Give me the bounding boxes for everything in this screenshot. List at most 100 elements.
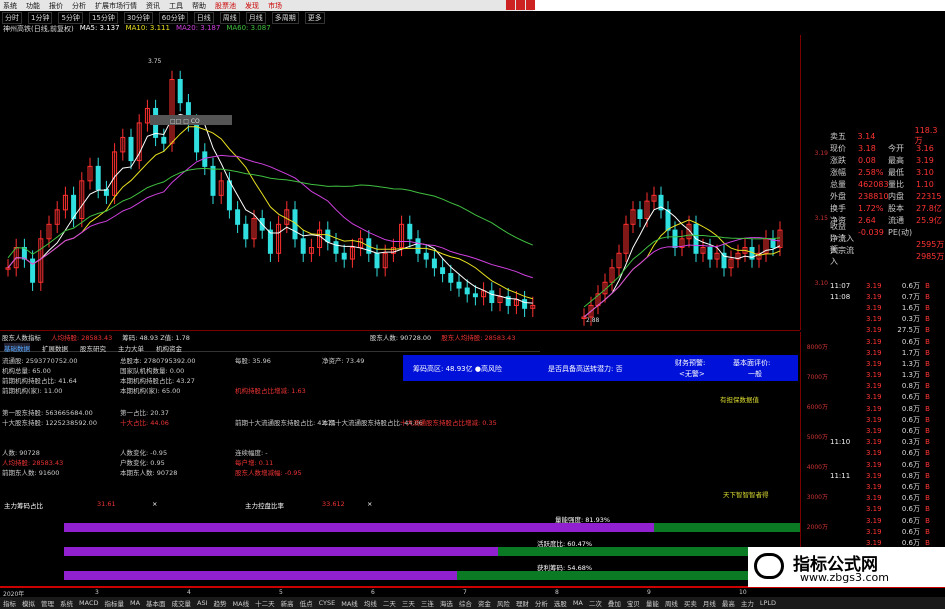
quote-k2: 最高	[888, 155, 904, 165]
indicator-tab[interactable]: 指标量	[104, 598, 124, 608]
indicator-tab[interactable]: 叠加	[608, 598, 621, 608]
tick-p: 3.19	[866, 371, 882, 380]
tick-v: 0.6万	[901, 482, 920, 491]
indicator-tab[interactable]: 量能	[646, 598, 659, 608]
indicator-tab[interactable]: 管理	[41, 598, 54, 608]
indicator-tab[interactable]: 周线	[665, 598, 678, 608]
date-tick: 6	[371, 589, 375, 596]
quote-v: 0.08	[858, 155, 876, 165]
tick-p: 3.19	[866, 494, 882, 503]
tick-row: 11:08 3.19 0.7万 B	[830, 291, 945, 302]
tick-p: 3.19	[866, 359, 882, 368]
tick-a: B	[925, 393, 930, 402]
indicator-tab[interactable]: 成交量	[172, 598, 192, 608]
indicator-tab[interactable]: 模拟	[22, 598, 35, 608]
indicator-tab[interactable]: 基本面	[146, 598, 166, 608]
tick-row: 3.19 0.6万 B	[830, 414, 945, 425]
indicator-tab[interactable]: 最高	[722, 598, 735, 608]
indicator-tab[interactable]: 二次	[589, 598, 602, 608]
quote-k: 外盘	[830, 191, 846, 201]
tick-v: 0.6万	[901, 494, 920, 503]
bar-rest	[654, 523, 800, 532]
tick-row: 3.19 1.3万 B	[830, 358, 945, 369]
indicator-tab[interactable]: 十二天	[255, 598, 275, 608]
tick-v: 0.6万	[901, 516, 920, 525]
indicator-tab[interactable]: 资金	[478, 598, 491, 608]
tick-p: 3.19	[866, 516, 882, 525]
indicator-tab[interactable]: 指标	[3, 598, 16, 608]
indicator-tab[interactable]: 二天	[383, 598, 396, 608]
tick-p: 3.19	[866, 292, 882, 301]
quote-k: 涨幅	[830, 167, 846, 177]
indicator-tab[interactable]: 风险	[497, 598, 510, 608]
indicator-tab[interactable]: 三天	[402, 598, 415, 608]
indicator-tab[interactable]: 系统	[60, 598, 73, 608]
tick-a: B	[925, 382, 930, 391]
quote-v: 3.18	[858, 143, 876, 153]
tick-a: B	[925, 471, 930, 480]
quote-v: 2.64	[858, 215, 876, 225]
indicator-tab[interactable]: 海选	[440, 598, 453, 608]
quote-v2: 25.9亿	[916, 215, 942, 225]
tick-row: 3.19 0.6万 B	[830, 459, 945, 470]
indicator-tab[interactable]: 宝贝	[627, 598, 640, 608]
indicator-tab[interactable]: LPLD	[760, 599, 776, 607]
tick-a: B	[925, 505, 930, 514]
tick-t: 11:10	[830, 438, 851, 447]
bar-fill	[64, 523, 654, 532]
indicator-tab[interactable]: MA线	[341, 598, 358, 608]
indicator-tab[interactable]: 三连	[421, 598, 434, 608]
tick-a: B	[925, 415, 930, 424]
volume-tick: 3000万	[806, 494, 828, 501]
indicator-tab[interactable]: 低点	[300, 598, 313, 608]
indicator-tab[interactable]: ASI	[197, 599, 208, 607]
quote-v2: 1.10	[916, 179, 934, 189]
indicator-tab[interactable]: MA	[573, 599, 583, 607]
tick-row: 11:11 3.19 0.8万 B	[830, 470, 945, 481]
tick-v: 0.6万	[901, 460, 920, 469]
indicator-tab[interactable]: 选股	[554, 598, 567, 608]
tick-p: 3.19	[866, 348, 882, 357]
quote-v: 238810	[858, 191, 889, 201]
tick-a: B	[925, 303, 930, 312]
quote-k2: 股本	[888, 203, 904, 213]
indicator-tab[interactable]: 均线	[364, 598, 377, 608]
tick-v: 1.6万	[901, 303, 920, 312]
tick-row: 3.19 0.6万 B	[830, 515, 945, 526]
indicator-tab[interactable]: 新高	[281, 598, 294, 608]
tick-row: 3.19 0.6万 B	[830, 504, 945, 515]
quote-k: 卖五	[830, 131, 846, 141]
indicator-tab[interactable]: 买卖	[684, 598, 697, 608]
indicator-tab[interactable]: 主力	[741, 598, 754, 608]
tick-v: 0.3万	[901, 315, 920, 324]
quote-v2: 3.16	[916, 143, 934, 153]
date-tick: 8	[555, 589, 559, 596]
tick-p: 3.19	[866, 404, 882, 413]
quote-row: 总量 462083 量比 1.10	[830, 178, 945, 190]
indicator-tab[interactable]: 综合	[459, 598, 472, 608]
tick-a: B	[925, 516, 930, 525]
tick-a: B	[925, 337, 930, 346]
indicator-tab[interactable]: CYSE	[319, 599, 336, 607]
indicator-tab[interactable]: 趋势	[214, 598, 227, 608]
indicator-tab[interactable]: MA	[130, 599, 140, 607]
tick-row: 3.19 0.8万 B	[830, 381, 945, 392]
watermark-url: www.zbgs3.com	[800, 571, 889, 584]
indicator-tab[interactable]: 分析	[535, 598, 548, 608]
date-tick: 7	[463, 589, 467, 596]
watermark-logo-icon	[754, 553, 784, 579]
indicator-bars: 量能强度: 81.93% 活跃度比: 60.47% 获利筹码: 54.68%	[0, 0, 800, 609]
indicator-tab[interactable]: 理财	[516, 598, 529, 608]
tick-a: B	[925, 449, 930, 458]
tick-p: 3.19	[866, 438, 882, 447]
indicator-tab[interactable]: 月线	[703, 598, 716, 608]
date-axis: 2020年 3 4 5 6 7 8 9 10	[0, 586, 945, 598]
tick-p: 3.19	[866, 482, 882, 491]
quote-row: 换手 1.72% 股本 27.8亿	[830, 202, 945, 214]
indicator-tab[interactable]: MACD	[79, 599, 98, 607]
tick-row: 3.19 0.3万 B	[830, 314, 945, 325]
tick-a: B	[925, 348, 930, 357]
indicator-tab[interactable]: MA线	[233, 598, 250, 608]
quote-row: 卖五 3.14 118.3万	[830, 126, 945, 145]
tick-v: 0.8万	[901, 404, 920, 413]
